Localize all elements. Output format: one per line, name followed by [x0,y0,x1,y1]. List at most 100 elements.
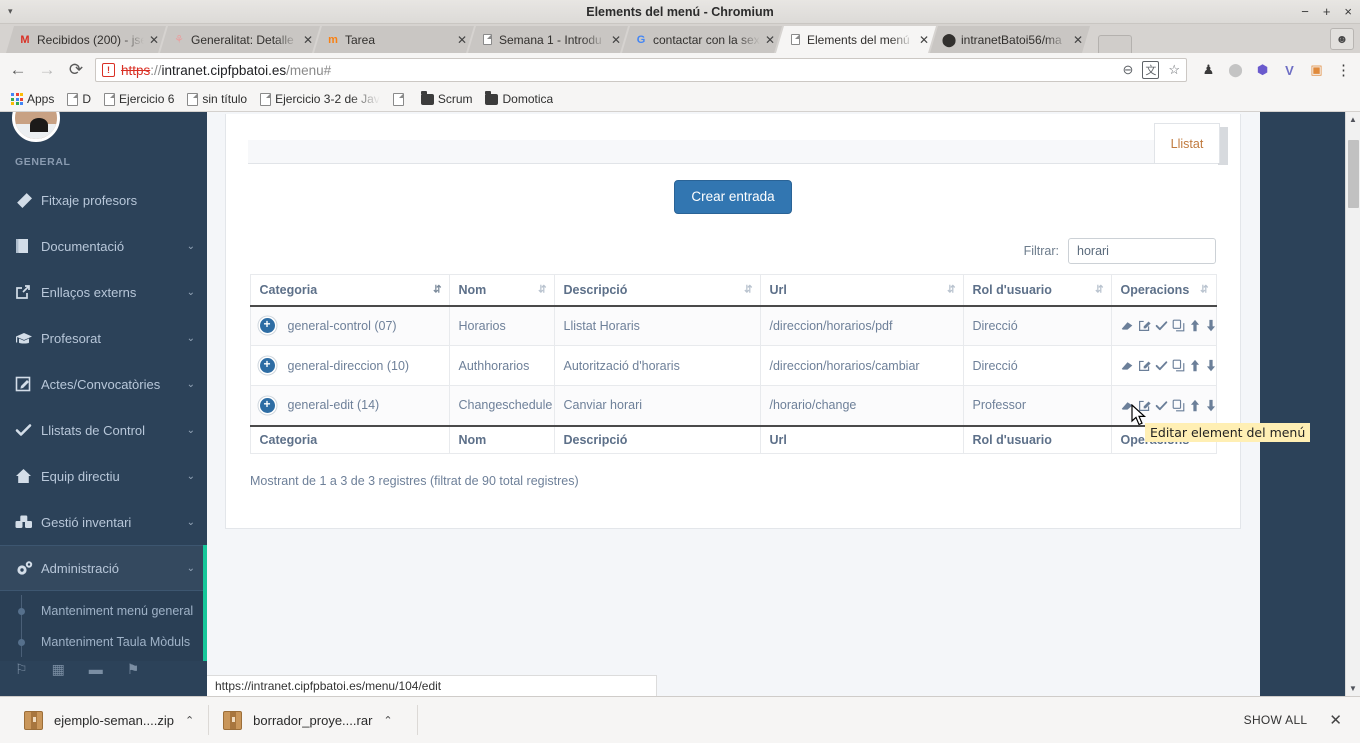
close-shelf-icon[interactable]: ✕ [1329,711,1342,729]
bookmark-ejercicio-3-2[interactable]: Ejercicio 3-2 de Jav [255,89,385,109]
close-window-button[interactable]: × [1344,5,1352,18]
close-icon[interactable]: ✕ [919,33,930,47]
sidebar-item-equip-directiu[interactable]: Equip directiu ⌄ [0,453,207,499]
r-badge-icon[interactable]: ⬢ [1254,62,1271,79]
panel-tabs-row: Llistat [226,114,1240,165]
chevron-up-icon[interactable]: ⌃ [383,714,392,727]
column-header-nom[interactable]: Nom ⇵ [448,274,555,307]
check-icon[interactable] [1155,359,1168,372]
vault-icon[interactable]: ▣ [1308,62,1325,79]
arrow-up-icon[interactable] [1189,359,1201,372]
column-header-descripcio[interactable]: Descripció ⇵ [553,274,761,307]
eraser-icon[interactable] [1121,359,1134,372]
column-header-rol[interactable]: Rol d'usuario ⇵ [962,274,1112,307]
sort-icon[interactable]: ⇵ [1200,284,1208,295]
clone-icon[interactable] [1172,359,1185,372]
arrow-down-icon[interactable] [1205,359,1217,372]
minimize-button[interactable]: − [1301,5,1309,18]
expand-row-icon[interactable]: + [259,397,275,413]
maximize-button[interactable]: + [1323,5,1331,18]
zoom-out-icon[interactable]: ⊖ [1122,62,1133,78]
sidebar-subitem-manteniment-taula-moduls[interactable]: Manteniment Taula Mòduls [0,626,207,657]
sidebar-item-llistats-de-control[interactable]: Llistats de Control ⌄ [0,407,207,453]
expand-row-icon[interactable]: + [259,358,275,374]
browser-tab-3[interactable]: Semana 1 - Introdu ✕ [468,26,628,53]
sidebar-item-actes-convocatories[interactable]: Actes/Convocatòries ⌄ [0,361,207,407]
scroll-up-arrow-icon[interactable]: ▲ [1346,112,1360,127]
eraser-icon[interactable] [1121,319,1134,332]
back-icon[interactable]: ← [8,60,28,80]
edit-icon[interactable] [1138,359,1151,372]
scroll-down-arrow-icon[interactable]: ▼ [1346,681,1360,696]
grey-circle-icon[interactable]: ⬤ [1227,62,1244,79]
close-icon[interactable]: ✕ [611,33,622,47]
arrow-up-icon[interactable] [1189,319,1201,332]
tab-llistat[interactable]: Llistat [1154,123,1220,163]
bookmark-star-icon[interactable]: ☆ [1168,62,1180,78]
new-tab-button[interactable] [1098,35,1132,53]
close-icon[interactable]: ✕ [457,33,468,47]
column-header-categoria[interactable]: Categoria ⇵ [249,274,450,307]
bookmark-d[interactable]: D [62,89,96,109]
sidebar-item-documentacio[interactable]: Documentació ⌄ [0,223,207,269]
sidebar-item-enllacos-externs[interactable]: Enllaços externs ⌄ [0,269,207,315]
translate-icon[interactable]: 文 [1142,61,1160,79]
reload-icon[interactable]: ⟳ [66,60,86,80]
sort-icon[interactable]: ⇵ [744,284,752,295]
chrome-menu-icon[interactable]: ⋮ [1335,62,1352,79]
edit-icon[interactable] [1138,319,1151,332]
chevron-up-icon[interactable]: ⌃ [185,714,194,727]
arrow-down-icon[interactable] [1205,399,1217,412]
browser-tab-6[interactable]: ⬤ intranetBatoi56/ma ✕ [930,26,1090,53]
clone-icon[interactable] [1172,399,1185,412]
column-header-operacions[interactable]: Operacions ⇵ [1110,274,1217,307]
sidebar-item-fitxaje-profesors[interactable]: Fitxaje profesors [0,177,207,223]
bookmark-apps[interactable]: Apps [6,89,59,109]
bookmark-ejercicio-6[interactable]: Ejercicio 6 [99,89,179,109]
v-icon[interactable]: V [1281,62,1298,79]
sidebar-item-profesorat[interactable]: Profesorat ⌄ [0,315,207,361]
evernote-icon[interactable]: ♟ [1200,62,1217,79]
sidebar-item-gestio-inventari[interactable]: Gestió inventari ⌄ [0,499,207,545]
bookmark-untitled[interactable] [388,90,413,109]
sort-icon[interactable]: ⇵ [538,284,546,295]
not-secure-icon[interactable]: ! [102,63,115,77]
bookmark-scrum[interactable]: Scrum [416,89,478,109]
close-icon[interactable]: ✕ [303,33,314,47]
filter-input[interactable] [1068,238,1216,265]
sort-icon[interactable]: ⇵ [433,284,441,295]
download-item-0[interactable]: ejemplo-seman....zip ⌃ [10,697,208,743]
sidebar-subitem-manteniment-menu-general[interactable]: Manteniment menú general [0,595,207,626]
close-icon[interactable]: ✕ [149,33,160,47]
clone-icon[interactable] [1172,319,1185,332]
browser-tab-1[interactable]: ⚘ Generalitat: Detalle ✕ [160,26,320,53]
browser-tab-2[interactable]: m Tarea ✕ [314,26,474,53]
column-header-label: Operacions [1120,282,1190,297]
browser-tab-0[interactable]: M Recibidos (200) - jse ✕ [6,26,166,53]
browser-tab-5-active[interactable]: Elements del menú ✕ [776,26,936,53]
forward-icon[interactable]: → [37,60,57,80]
avatar[interactable] [12,112,60,142]
check-icon[interactable] [1155,399,1168,412]
arrow-up-icon[interactable] [1189,399,1201,412]
sort-icon[interactable]: ⇵ [947,284,955,295]
sort-icon[interactable]: ⇵ [1095,284,1103,295]
close-icon[interactable]: ✕ [765,33,776,47]
scrollbar-thumb[interactable] [1348,140,1359,208]
boxes-icon [15,514,41,530]
arrow-down-icon[interactable] [1205,319,1217,332]
browser-tab-4[interactable]: G contactar con la sex ✕ [622,26,782,53]
show-all-downloads-button[interactable]: SHOW ALL [1244,713,1308,727]
address-bar[interactable]: ! https://intranet.cipfpbatoi.es/menu# ⊖… [95,58,1187,82]
download-item-1[interactable]: borrador_proye....rar ⌃ [209,697,406,743]
sidebar-item-administracio[interactable]: Administració ⌄ [0,545,207,591]
profile-avatar-button[interactable]: ☻ [1330,28,1354,50]
create-entry-button[interactable]: Crear entrada [674,180,792,215]
column-header-url[interactable]: Url ⇵ [759,274,964,307]
bookmark-sin-titulo[interactable]: sin título [182,89,252,109]
page-scrollbar[interactable]: ▲ ▼ [1345,112,1360,696]
close-icon[interactable]: ✕ [1073,33,1084,47]
check-icon[interactable] [1155,319,1168,332]
bookmark-domotica[interactable]: Domotica [480,89,558,109]
expand-row-icon[interactable]: + [259,318,275,334]
